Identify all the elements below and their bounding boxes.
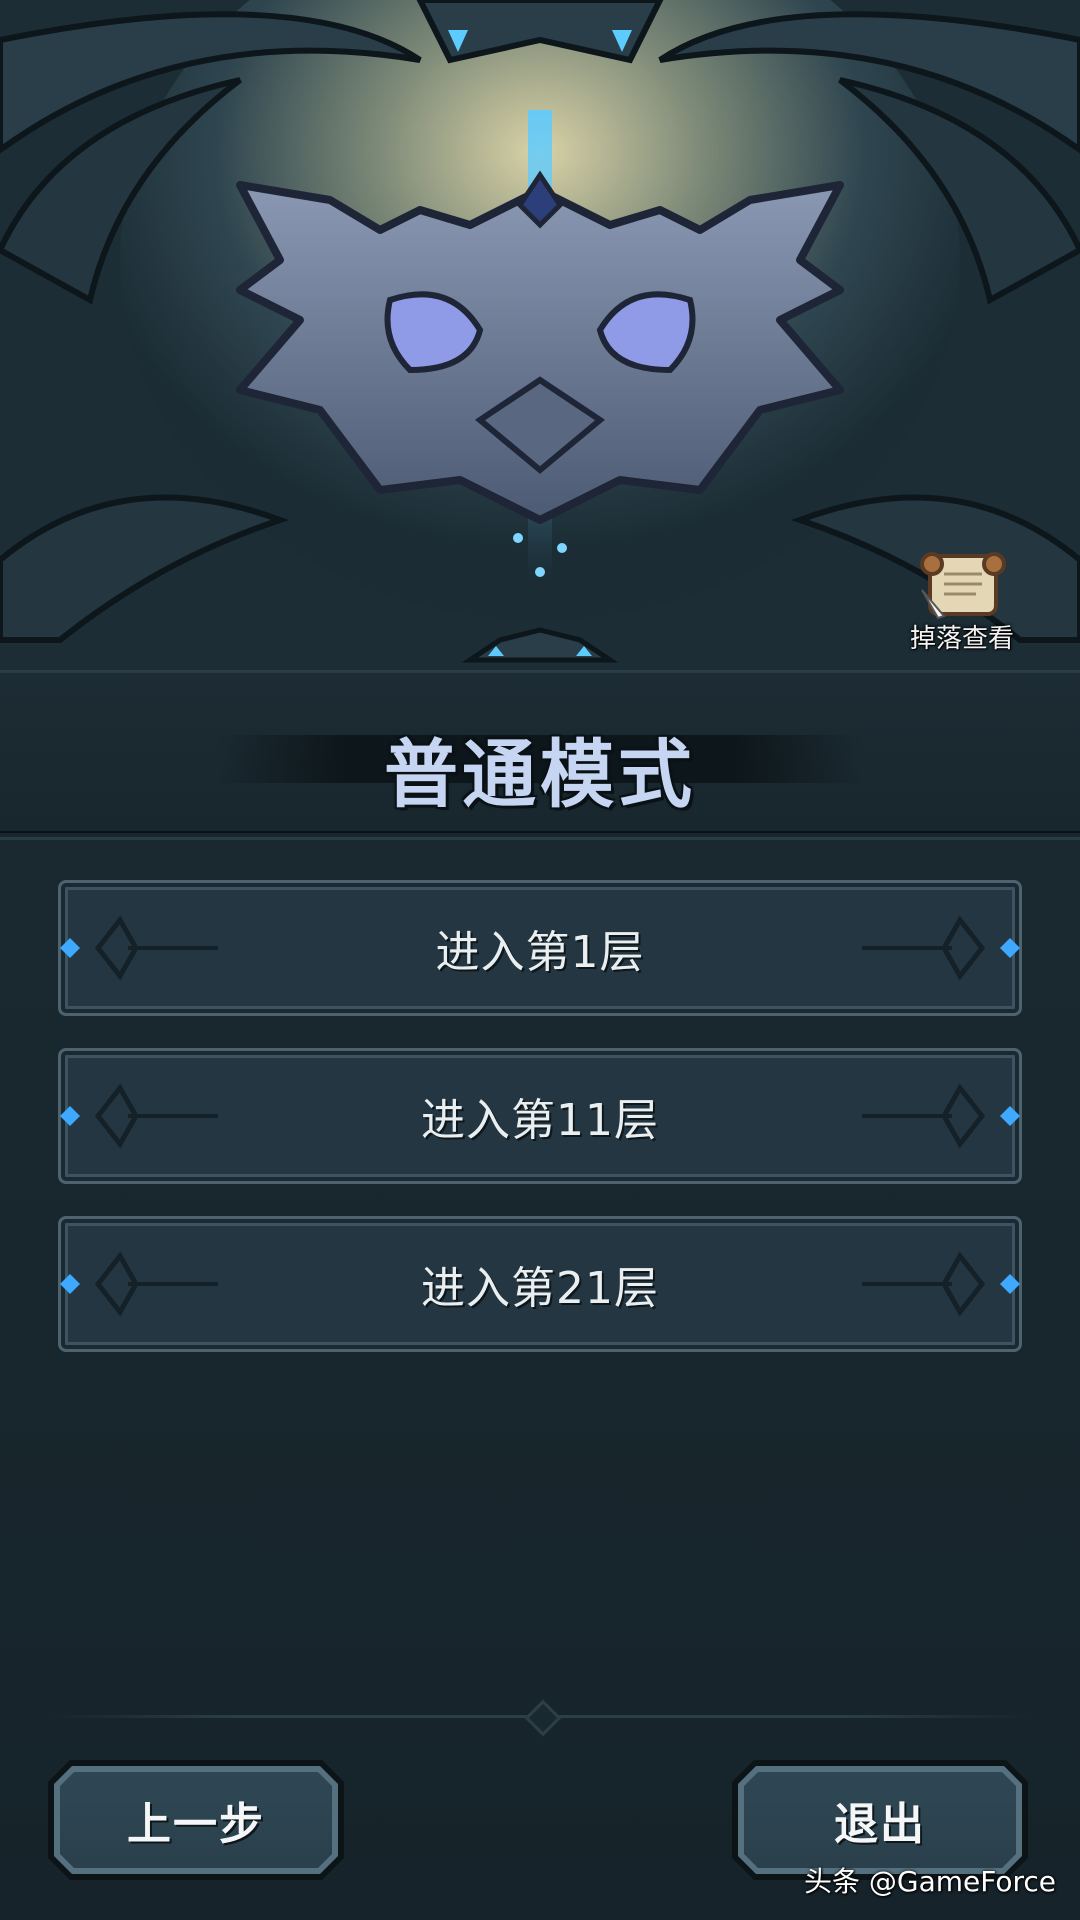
enter-floor-21-label: 进入第21层 [421,1263,659,1314]
mode-title: 普通模式 [384,732,696,818]
enter-floor-1-label: 进入第1层 [435,927,645,978]
enter-floor-21-button[interactable]: 进入第21层 [58,1216,1022,1352]
drop-view-label: 掉落查看 [909,624,1014,654]
enter-floor-11-button[interactable]: 进入第11层 [58,1048,1022,1184]
mode-title-band: 普通模式 [0,670,1080,840]
scroll-icon [920,552,1006,620]
back-button-label: 上一步 [127,1799,265,1850]
enter-floor-1-button[interactable]: 进入第1层 [58,880,1022,1016]
bottom-divider [48,1699,1032,1737]
watermark: 头条 @GameForce [803,1865,1056,1898]
back-button[interactable]: 上一步 [48,1760,344,1880]
drop-view-button[interactable]: 掉落查看 [900,550,1024,660]
enter-floor-11-label: 进入第11层 [421,1095,659,1146]
